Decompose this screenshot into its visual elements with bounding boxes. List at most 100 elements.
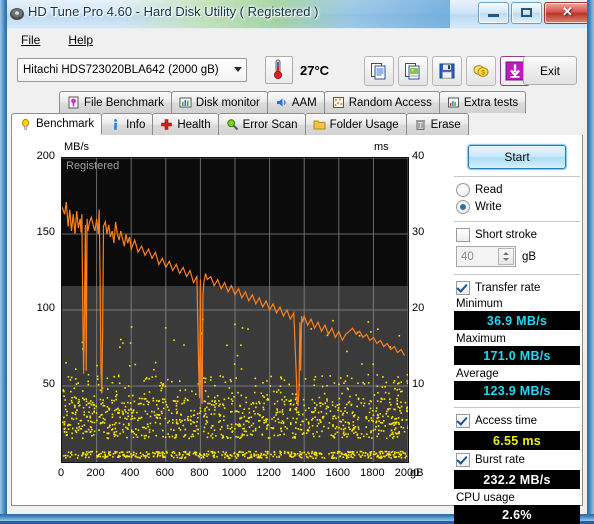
checkbox-transfer-rate[interactable]: Transfer rate — [456, 281, 582, 295]
tab-random-access[interactable]: Random Access — [324, 91, 440, 113]
tab-extra-tests[interactable]: Extra tests — [439, 91, 526, 113]
benchmark-controls: Start Read Write Short stroke — [444, 135, 590, 504]
tab-disk-monitor-label: Disk monitor — [196, 97, 260, 109]
tab-folder-usage[interactable]: Folder Usage — [305, 113, 407, 135]
transfer-rate-label: Transfer rate — [475, 282, 540, 294]
burst-rate-label: Burst rate — [475, 454, 525, 466]
tab-row-primary: Benchmark Info Health — [11, 113, 583, 135]
tab-aam[interactable]: AAM — [267, 91, 325, 113]
short-stroke-unit: gB — [522, 251, 536, 263]
radio-read[interactable]: Read — [456, 183, 582, 197]
disk-monitor-icon — [179, 96, 192, 109]
access-time-label: Access time — [475, 415, 537, 427]
average-label: Average — [456, 368, 582, 380]
radio-read-label: Read — [475, 184, 503, 196]
radio-write-label: Write — [475, 201, 502, 213]
short-stroke-stepper[interactable]: 40 — [456, 246, 516, 267]
benchmark-icon — [19, 118, 32, 131]
chart-ylabel-right: ms — [374, 141, 389, 153]
tab-disk-monitor[interactable]: Disk monitor — [171, 91, 268, 113]
window-border-left — [0, 0, 7, 521]
minimize-icon — [488, 14, 499, 17]
tab-benchmark-label: Benchmark — [36, 118, 94, 130]
chart-ytick-label: 50 — [25, 378, 55, 390]
tab-error-scan-label: Error Scan — [243, 119, 298, 131]
tab-erase-label: Erase — [431, 119, 461, 131]
drive-selector-value: Hitachi HDS723020BLA642 (2000 gB) — [18, 64, 219, 76]
burst-rate-checkbox — [456, 453, 470, 467]
temperature-indicator — [265, 56, 293, 84]
access-time-checkbox — [456, 414, 470, 428]
aam-icon — [275, 96, 288, 109]
extra-tests-icon — [447, 96, 460, 109]
chart-ytick-right-label: 10 — [412, 378, 442, 390]
chart-ytick-right-label: 30 — [412, 226, 442, 238]
tab-info[interactable]: Info — [101, 113, 153, 135]
chart-ytick-right-label: 20 — [412, 302, 442, 314]
radio-read-indicator — [456, 183, 470, 197]
menu-item-help[interactable]: Help — [62, 31, 99, 49]
tab-health[interactable]: Health — [152, 113, 218, 135]
cpu-usage-value: 2.6% — [454, 505, 580, 524]
tab-file-benchmark-label: File Benchmark — [84, 97, 164, 109]
close-icon: ✕ — [545, 3, 590, 21]
radio-write[interactable]: Write — [456, 200, 582, 214]
chevron-down-icon — [234, 67, 242, 72]
app-icon — [9, 6, 25, 22]
toolbar-icons: $ — [364, 56, 530, 86]
checkbox-short-stroke[interactable]: Short stroke — [456, 228, 582, 242]
maximum-label: Maximum — [456, 333, 582, 345]
copy-text-icon[interactable] — [364, 56, 394, 86]
save-icon[interactable] — [432, 56, 462, 86]
minimum-value: 36.9 MB/s — [454, 311, 580, 330]
chart-ytick-right-label: 40 — [412, 150, 442, 162]
exit-button[interactable]: Exit — [523, 56, 577, 85]
health-icon — [160, 118, 173, 131]
copy-image-icon[interactable] — [398, 56, 428, 86]
average-value: 123.9 MB/s — [454, 381, 580, 400]
support-icon[interactable]: $ — [466, 56, 496, 86]
close-button[interactable]: ✕ — [544, 2, 591, 24]
random-access-icon — [332, 96, 345, 109]
minimize-button[interactable] — [478, 2, 509, 24]
radio-write-indicator — [456, 200, 470, 214]
maximize-button[interactable] — [511, 2, 542, 24]
erase-icon — [414, 118, 427, 131]
stepper-buttons[interactable] — [498, 248, 514, 265]
chart-ytick-label: 100 — [25, 302, 55, 314]
minimum-label: Minimum — [456, 298, 582, 310]
tab-folder-usage-label: Folder Usage — [330, 119, 399, 131]
app-window: HD Tune Pro 4.60 - Hard Disk Utility ( R… — [0, 0, 594, 521]
chart-plot-area: Registered — [61, 157, 409, 463]
tab-extra-tests-label: Extra tests — [464, 97, 518, 109]
title-bar: HD Tune Pro 4.60 - Hard Disk Utility ( R… — [0, 0, 594, 28]
start-button[interactable]: Start — [468, 145, 566, 169]
info-icon — [109, 118, 122, 131]
checkbox-burst-rate[interactable]: Burst rate — [456, 453, 582, 467]
stepper-down-icon — [503, 258, 509, 261]
tab-random-access-label: Random Access — [349, 97, 432, 109]
chart-svg — [62, 158, 408, 462]
drive-selector[interactable]: Hitachi HDS723020BLA642 (2000 gB) — [17, 58, 247, 82]
error-scan-icon — [226, 118, 239, 131]
checkbox-access-time[interactable]: Access time — [456, 414, 582, 428]
menu-help-label: Help — [68, 33, 93, 47]
tab-aam-label: AAM — [292, 97, 317, 109]
tab-file-benchmark[interactable]: File Benchmark — [59, 91, 172, 113]
burst-rate-value: 232.2 MB/s — [454, 470, 580, 489]
tab-info-label: Info — [126, 119, 145, 131]
transfer-rate-checkbox — [456, 281, 470, 295]
menu-item-file[interactable]: File — [15, 31, 46, 49]
temperature-value: 27°C — [300, 63, 329, 78]
start-button-label: Start — [504, 150, 529, 164]
tab-error-scan[interactable]: Error Scan — [218, 113, 306, 135]
tab-benchmark[interactable]: Benchmark — [11, 113, 102, 135]
tab-bar: File Benchmark Disk monitor AAM — [11, 91, 583, 135]
chart-xaxis-unit: gB — [410, 467, 423, 479]
chart-ytick-label: 200 — [25, 150, 55, 162]
tab-erase[interactable]: Erase — [406, 113, 469, 135]
short-stroke-checkbox — [456, 228, 470, 242]
tab-row-secondary: File Benchmark Disk monitor AAM — [11, 91, 583, 113]
benchmark-chart: MB/s ms Registered 50100150200 10203040 … — [12, 135, 442, 504]
stepper-up-icon — [503, 252, 509, 255]
